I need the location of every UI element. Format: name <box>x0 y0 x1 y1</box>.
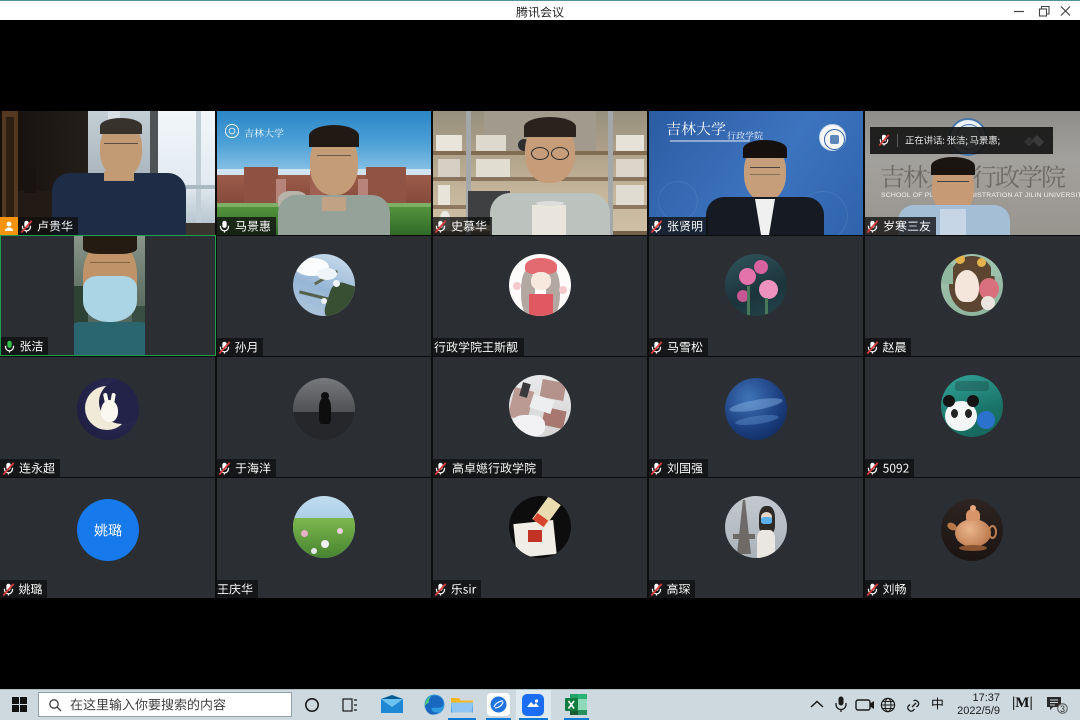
svg-text:3: 3 <box>1060 704 1065 714</box>
